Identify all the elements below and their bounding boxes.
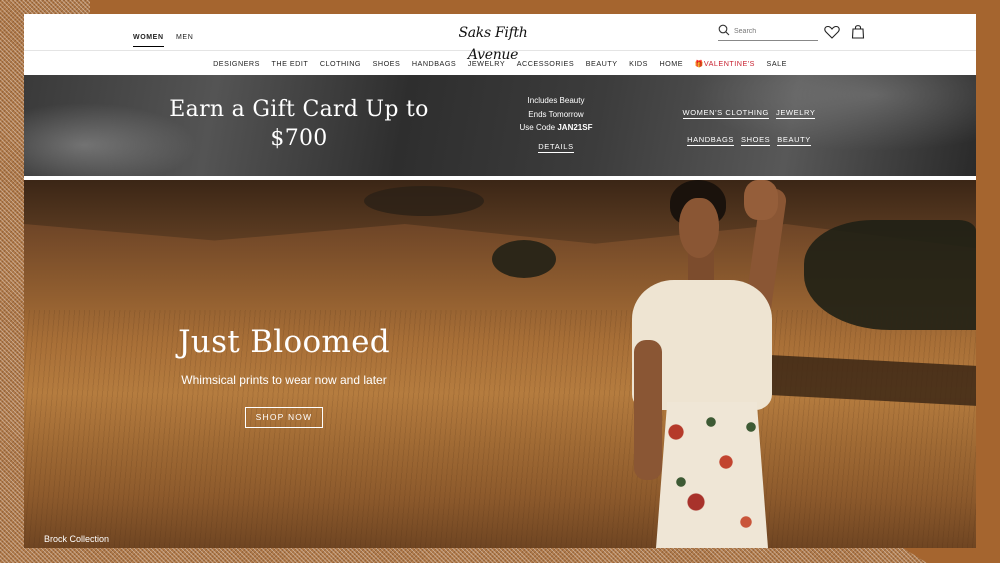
shopping-bag-icon[interactable] xyxy=(851,24,865,39)
promo-links: WOMEN'S CLOTHING JEWELRY HANDBAGS SHOES … xyxy=(674,108,824,162)
promo-link-shoes[interactable]: SHOES xyxy=(741,135,771,146)
hero-subtitle: Whimsical prints to wear now and later xyxy=(181,373,387,387)
nav-valentines[interactable]: 🎁VALENTINE'S xyxy=(689,59,761,68)
model-hand xyxy=(744,180,778,220)
model-floral-skirt xyxy=(656,402,768,548)
promo-link-handbags[interactable]: HANDBAGS xyxy=(687,135,735,146)
nav-clothing[interactable]: CLOTHING xyxy=(314,59,367,68)
model-arm-left xyxy=(634,340,662,480)
model-face xyxy=(679,198,719,258)
promo-details: Includes Beauty Ends Tomorrow Use Code J… xyxy=(500,94,612,153)
hero-credit: Brock Collection xyxy=(44,534,110,544)
nav-handbags[interactable]: HANDBAGS xyxy=(406,59,462,68)
nav-jewelry[interactable]: JEWELRY xyxy=(462,59,511,68)
hero-banner[interactable]: Just Bloomed Whimsical prints to wear no… xyxy=(24,180,976,548)
nav-designers[interactable]: DESIGNERS xyxy=(207,59,265,68)
site-header: WOMEN MEN Saks Fifth Avenue xyxy=(24,14,976,63)
promo-code: JAN21SF xyxy=(557,123,593,132)
nav-beauty[interactable]: BEAUTY xyxy=(580,59,623,68)
nav-the-edit[interactable]: THE EDIT xyxy=(266,59,314,68)
promo-line-beauty: Includes Beauty xyxy=(527,96,585,105)
nav-home[interactable]: HOME xyxy=(654,59,689,68)
promo-code-line: Use Code JAN21SF xyxy=(500,121,612,135)
nav-valentines-label: VALENTINE'S xyxy=(703,58,755,68)
category-nav: DESIGNERS THE EDIT CLOTHING SHOES HANDBA… xyxy=(24,51,976,75)
hero-bush xyxy=(492,240,556,278)
shop-now-button[interactable]: SHOP NOW xyxy=(245,407,323,428)
promo-line-ends: Ends Tomorrow xyxy=(528,109,584,119)
promo-link-beauty[interactable]: BEAUTY xyxy=(777,135,811,146)
search-icon[interactable] xyxy=(718,24,730,36)
search-input[interactable] xyxy=(734,24,816,38)
site-logo[interactable]: Saks Fifth Avenue xyxy=(438,22,548,63)
search-box xyxy=(718,23,818,41)
gift-icon: 🎁 xyxy=(694,60,704,68)
hero-title: Just Bloomed xyxy=(178,324,390,360)
promo-link-jewelry[interactable]: JEWELRY xyxy=(775,108,816,119)
hero-model-image xyxy=(584,180,804,548)
nav-kids[interactable]: KIDS xyxy=(623,59,653,68)
details-link[interactable]: DETAILS xyxy=(538,142,574,153)
promo-banner: Earn a Gift Card Up to $700 Includes Bea… xyxy=(24,75,976,176)
nav-accessories[interactable]: ACCESSORIES xyxy=(511,59,580,68)
tab-women[interactable]: WOMEN xyxy=(133,34,164,47)
nav-shoes[interactable]: SHOES xyxy=(367,59,406,68)
promo-title: Earn a Gift Card Up to $700 xyxy=(169,97,429,151)
promo-link-womens-clothing[interactable]: WOMEN'S CLOTHING xyxy=(682,108,769,119)
heart-icon[interactable] xyxy=(824,25,840,39)
promo-code-prefix: Use Code xyxy=(519,123,556,132)
nav-sale[interactable]: SALE xyxy=(761,59,793,68)
hero-shrub xyxy=(364,186,484,216)
tab-men[interactable]: MEN xyxy=(176,34,193,41)
browser-window: WOMEN MEN Saks Fifth Avenue DESIGNERS TH… xyxy=(24,14,976,548)
